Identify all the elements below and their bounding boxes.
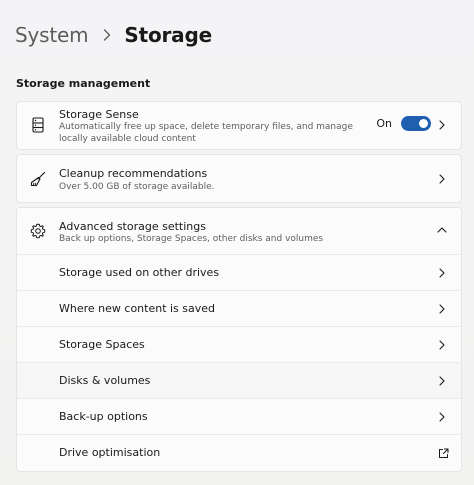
sub-row-label: Drive optimisation	[59, 446, 161, 459]
sub-row-storage-other-drives[interactable]: Storage used on other drives	[17, 254, 461, 290]
storage-sense-card[interactable]: Storage Sense Automatically free up spac…	[16, 101, 462, 150]
advanced-storage-settings-card: Advanced storage settings Back up option…	[16, 207, 462, 472]
sub-row-label: Disks & volumes	[59, 374, 151, 387]
chevron-right-icon	[437, 376, 447, 386]
external-link-icon	[437, 447, 449, 459]
chevron-right-icon	[437, 412, 447, 422]
storage-sense-toggle-label: On	[376, 116, 392, 130]
chevron-right-icon[interactable]	[437, 120, 447, 130]
chevron-right-icon	[437, 304, 447, 314]
sub-row-label: Where new content is saved	[59, 302, 216, 315]
toggle-knob	[419, 118, 428, 128]
broom-icon	[30, 171, 46, 187]
chevron-right-icon	[437, 340, 447, 350]
sub-row-label: Back-up options	[59, 410, 148, 423]
advanced-storage-title: Advanced storage settings	[59, 220, 206, 233]
gear-icon	[30, 223, 46, 239]
sub-row-label: Storage used on other drives	[59, 266, 220, 279]
cleanup-description: Over 5.00 GB of storage available.	[59, 182, 215, 192]
breadcrumb-chevron-icon	[100, 28, 114, 42]
page-title: Storage	[124, 23, 212, 47]
section-title-storage-management: Storage management	[16, 77, 151, 90]
cleanup-title: Cleanup recommendations	[59, 167, 208, 180]
breadcrumb-system-link[interactable]: System	[15, 23, 89, 47]
storage-sense-toggle[interactable]	[401, 115, 431, 131]
advanced-storage-description: Back up options, Storage Spaces, other d…	[59, 234, 324, 244]
breadcrumb: System Storage	[15, 18, 212, 52]
sub-row-drive-optimisation[interactable]: Drive optimisation	[17, 434, 461, 470]
storage-sense-description: Automatically free up space, delete temp…	[59, 122, 353, 144]
storage-sense-title: Storage Sense	[59, 108, 139, 121]
chevron-right-icon[interactable]	[437, 174, 447, 184]
storage-sense-toggle-group: On	[376, 115, 431, 131]
sub-row-storage-spaces[interactable]: Storage Spaces	[17, 326, 461, 362]
sub-row-new-content-saved[interactable]: Where new content is saved	[17, 290, 461, 326]
storage-drive-icon	[30, 117, 46, 133]
settings-page: System Storage Storage management Storag…	[0, 0, 474, 485]
chevron-up-icon[interactable]	[437, 225, 447, 235]
sub-row-backup-options[interactable]: Back-up options	[17, 398, 461, 434]
sub-row-label: Storage Spaces	[59, 338, 145, 351]
cleanup-recommendations-card[interactable]: Cleanup recommendations Over 5.00 GB of …	[16, 154, 462, 203]
sub-row-disks-volumes[interactable]: Disks & volumes	[17, 362, 461, 398]
advanced-storage-settings-header[interactable]: Advanced storage settings Back up option…	[17, 208, 461, 254]
chevron-right-icon	[437, 268, 447, 278]
